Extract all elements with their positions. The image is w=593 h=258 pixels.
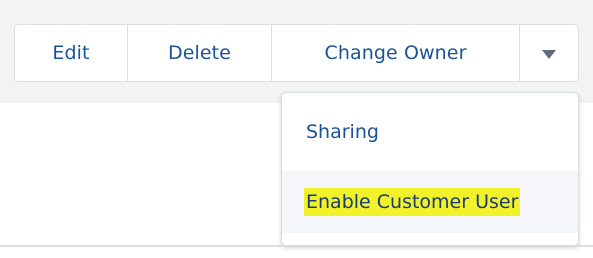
edit-button[interactable]: Edit (15, 25, 127, 81)
action-button-group: Edit Delete Change Owner (14, 24, 579, 82)
delete-button[interactable]: Delete (127, 25, 271, 81)
menu-item-enable-customer-user[interactable]: Enable Customer User (282, 171, 578, 233)
menu-item-label: Sharing (306, 121, 379, 143)
change-owner-button[interactable]: Change Owner (271, 25, 519, 81)
menu-item-label: Enable Customer User (304, 188, 521, 216)
menu-item-sharing[interactable]: Sharing (282, 111, 578, 153)
more-actions-menu: Sharing Enable Customer User (281, 92, 579, 246)
divider (0, 245, 593, 247)
more-actions-button[interactable] (519, 25, 578, 81)
caret-down-icon (542, 49, 556, 59)
